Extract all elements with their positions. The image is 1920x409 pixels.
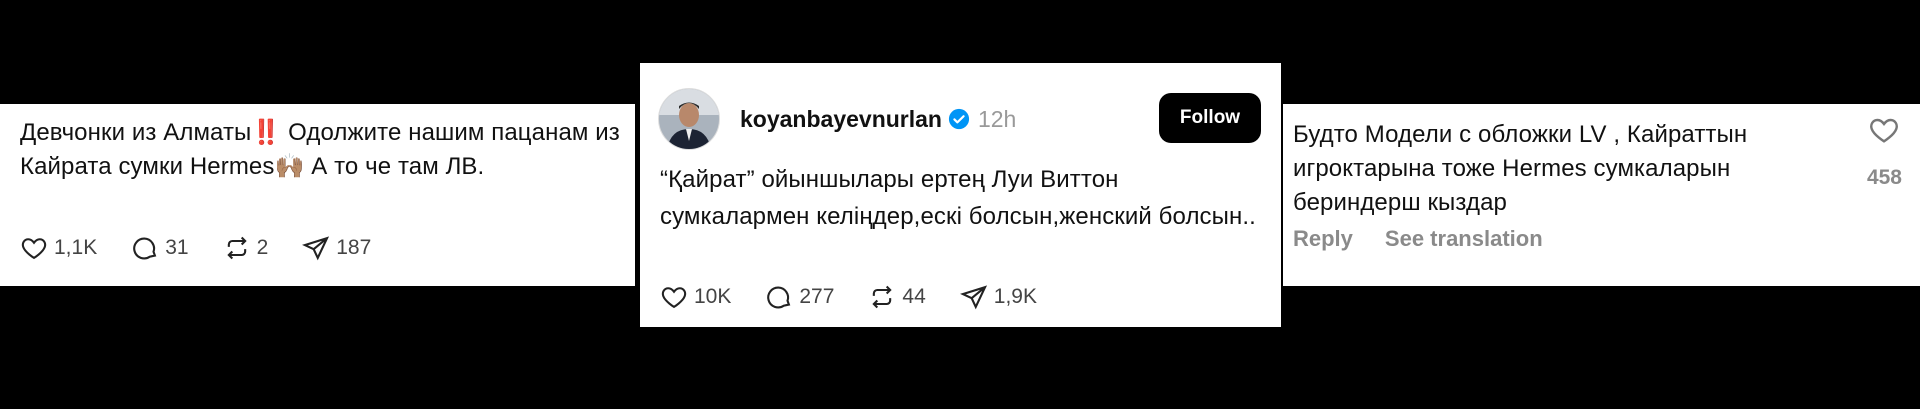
repost-count: 2 (256, 236, 269, 259)
like-count: 1,1K (54, 236, 98, 259)
like-count: 10K (694, 285, 732, 308)
repost-count: 44 (902, 285, 926, 308)
post-text: Девчонки из Алматы‼️ Одолжите нашим паца… (20, 119, 620, 180)
heart-icon (661, 287, 687, 309)
comment-like[interactable]: 458 (1867, 114, 1902, 190)
post-actions: 1,1K 31 2 187 (20, 234, 405, 262)
like-button[interactable]: 10K (660, 283, 731, 311)
avatar[interactable] (658, 88, 720, 150)
see-translation-link[interactable]: See translation (1385, 226, 1543, 252)
reply-count: 277 (799, 285, 835, 308)
share-button[interactable]: 187 (302, 234, 371, 262)
share-button[interactable]: 1,9K (959, 283, 1037, 311)
reply-button[interactable]: 277 (765, 283, 834, 311)
repost-button[interactable]: 44 (868, 283, 926, 311)
comment-text: Будто Модели с обложки LV , Кайраттын иг… (1293, 121, 1748, 216)
post-text: “Қайрат” ойыншылары ертең Луи Виттон сум… (660, 166, 1256, 230)
comment-icon (767, 286, 791, 309)
comment-icon (133, 237, 157, 260)
send-icon (959, 285, 987, 310)
heart-icon (21, 238, 47, 260)
follow-button[interactable]: Follow (1159, 93, 1261, 143)
like-button[interactable]: 1,1K (20, 234, 97, 262)
repost-icon (226, 236, 247, 260)
like-count: 458 (1866, 166, 1902, 189)
share-count: 1,9K (993, 285, 1037, 308)
repost-icon (872, 285, 893, 309)
verified-icon (948, 108, 970, 130)
heart-icon (1870, 118, 1899, 143)
comment-actions: Reply See translation (1293, 226, 1575, 252)
send-icon (302, 236, 330, 261)
post-header: koyanbayevnurlan 12h (658, 88, 1016, 150)
reply-link[interactable]: Reply (1293, 226, 1353, 252)
username[interactable]: koyanbayevnurlan (740, 106, 942, 133)
avatar-image (659, 89, 719, 149)
comment-card: Будто Модели с обложки LV , Кайраттын иг… (1283, 104, 1920, 286)
post-card-1: Девчонки из Алматы‼️ Одолжите нашим паца… (0, 104, 635, 286)
repost-button[interactable]: 2 (223, 234, 269, 262)
post-card-2: koyanbayevnurlan 12h Follow “Қайрат” ойы… (640, 63, 1281, 327)
post-time: 12h (977, 105, 1017, 132)
post-actions: 10K 277 44 1,9K (660, 283, 1071, 311)
share-count: 187 (336, 236, 372, 259)
reply-button[interactable]: 31 (131, 234, 189, 262)
reply-count: 31 (165, 236, 189, 259)
